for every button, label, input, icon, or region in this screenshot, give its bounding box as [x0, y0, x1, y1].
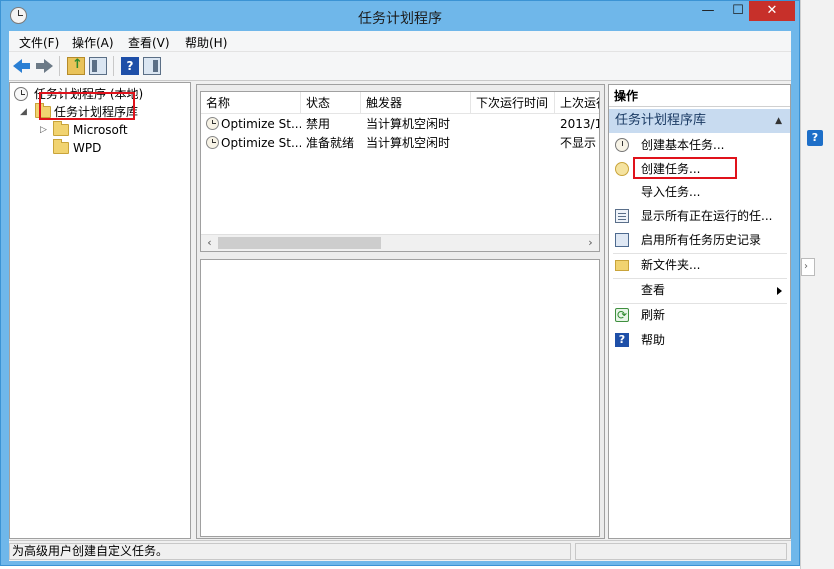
- status-bar: 为高级用户创建自定义任务。: [9, 540, 791, 561]
- column-status[interactable]: 状态: [301, 92, 361, 114]
- up-folder-icon[interactable]: [67, 57, 85, 75]
- task-status: 禁用: [306, 117, 331, 131]
- help-icon: ?: [615, 333, 629, 347]
- task-name: Optimize St...: [221, 136, 301, 150]
- show-hide-action-pane-icon[interactable]: [143, 57, 161, 75]
- highlight-box: [39, 92, 135, 120]
- task-clock-icon: [206, 117, 219, 130]
- running-tasks-icon: [615, 209, 629, 223]
- help-icon[interactable]: ?: [121, 57, 139, 75]
- scroll-thumb[interactable]: [218, 237, 381, 249]
- task-name-cell: Optimize St...: [201, 115, 301, 134]
- tree-item-microsoft[interactable]: ▷ Microsoft: [10, 121, 190, 139]
- task-next-run: [471, 115, 555, 134]
- title-bar: 任务计划程序 — ☐ ✕: [1, 1, 799, 31]
- menu-bar: 文件(F) 操作(A) 查看(V) 帮助(H): [9, 31, 791, 52]
- tree-item-label: Microsoft: [73, 123, 128, 137]
- history-icon: [615, 233, 629, 247]
- center-pane: 名称 状态 触发器 下次运行时间 上次运行 Optimize St... 禁用 …: [196, 84, 605, 539]
- new-folder-icon: [615, 260, 629, 271]
- submenu-arrow-icon: [777, 287, 782, 295]
- highlight-box: [633, 157, 737, 179]
- task-name: Optimize St...: [221, 117, 301, 131]
- task-trigger: 当计算机空闲时: [366, 136, 451, 150]
- action-label: 导入任务...: [641, 185, 701, 199]
- help-icon: ?: [807, 130, 823, 146]
- action-create-basic-task[interactable]: 创建基本任务...: [609, 134, 790, 157]
- task-last-run: 不显示: [560, 136, 597, 150]
- action-label: 显示所有正在运行的任...: [641, 209, 773, 223]
- action-label: 刷新: [641, 308, 666, 322]
- action-label: 新文件夹...: [641, 258, 701, 272]
- task-list: 名称 状态 触发器 下次运行时间 上次运行 Optimize St... 禁用 …: [200, 91, 600, 252]
- action-label: 查看: [641, 283, 666, 297]
- expand-arrow-icon[interactable]: ▷: [40, 121, 47, 139]
- task-status: 准备就绪: [306, 136, 355, 150]
- action-new-folder[interactable]: 新文件夹...: [609, 254, 790, 277]
- main-content: 任务计划程序 (本地) ◢ 任务计划程序库 ▷ Microsoft WPD 名称…: [9, 81, 791, 540]
- section-title: 任务计划程序库: [615, 113, 707, 128]
- status-text: 为高级用户创建自定义任务。: [9, 543, 571, 560]
- menu-view[interactable]: 查看(V): [128, 34, 170, 51]
- table-row[interactable]: Optimize St... 准备就绪 当计算机空闲时 不显示: [201, 134, 599, 153]
- column-trigger[interactable]: 触发器: [361, 92, 471, 114]
- actions-pane: 操作 任务计划程序库 ▲ 创建基本任务... 创建任务... 导入任务... 显…: [608, 84, 791, 539]
- task-next-run: [471, 134, 555, 153]
- menu-file[interactable]: 文件(F): [19, 34, 59, 51]
- task-trigger: 当计算机空闲时: [366, 117, 451, 131]
- status-panel: [575, 543, 787, 560]
- toolbar-separator: [59, 56, 60, 76]
- background-window: ? ›: [800, 0, 834, 569]
- close-button[interactable]: ✕: [749, 1, 795, 21]
- action-label: 启用所有任务历史记录: [641, 233, 762, 247]
- tree-item-label: WPD: [73, 141, 102, 155]
- maximize-button[interactable]: ☐: [725, 1, 751, 21]
- action-enable-history[interactable]: 启用所有任务历史记录: [609, 229, 790, 252]
- task-clock-icon: [206, 136, 219, 149]
- scroll-left-button[interactable]: ‹: [201, 235, 218, 251]
- task-detail-pane: [200, 259, 600, 537]
- refresh-icon: [615, 304, 629, 327]
- menu-help[interactable]: 帮助(H): [185, 34, 227, 51]
- action-refresh[interactable]: 刷新: [609, 304, 790, 327]
- folder-icon: [53, 121, 69, 136]
- column-last-run[interactable]: 上次运行: [555, 92, 599, 114]
- clock-icon: [14, 87, 28, 101]
- table-row[interactable]: Optimize St... 禁用 当计算机空闲时 2013/1: [201, 115, 599, 134]
- scroll-right-button[interactable]: ›: [582, 235, 599, 251]
- action-label: 帮助: [641, 333, 666, 347]
- action-label: 创建基本任务...: [641, 138, 725, 152]
- menu-action[interactable]: 操作(A): [72, 34, 114, 51]
- task-last-run: 2013/1: [560, 117, 600, 131]
- task-list-header: 名称 状态 触发器 下次运行时间 上次运行: [201, 92, 599, 114]
- clock-wizard-icon: [615, 138, 629, 152]
- minimize-button[interactable]: —: [691, 1, 725, 21]
- background-fragment: ›: [801, 258, 815, 276]
- create-task-icon: [615, 162, 629, 176]
- horizontal-scrollbar[interactable]: ‹ ›: [201, 234, 599, 251]
- task-name-cell: Optimize St...: [201, 134, 301, 153]
- forward-arrow-icon[interactable]: [35, 57, 53, 75]
- collapse-caret-icon[interactable]: ▲: [775, 109, 782, 133]
- column-name[interactable]: 名称: [201, 92, 301, 114]
- navigation-tree: 任务计划程序 (本地) ◢ 任务计划程序库 ▷ Microsoft WPD: [9, 82, 191, 539]
- folder-icon: [53, 139, 69, 154]
- toolbar: ?: [9, 52, 791, 81]
- action-help[interactable]: ? 帮助: [609, 329, 790, 352]
- back-arrow-icon[interactable]: [13, 57, 31, 75]
- column-next-run[interactable]: 下次运行时间: [471, 92, 555, 114]
- actions-section-library[interactable]: 任务计划程序库 ▲: [609, 109, 790, 133]
- actions-header: 操作: [609, 85, 790, 107]
- action-import-task[interactable]: 导入任务...: [609, 181, 790, 204]
- tree-item-wpd[interactable]: WPD: [10, 139, 190, 157]
- collapse-arrow-icon[interactable]: ◢: [20, 103, 27, 121]
- action-view[interactable]: 查看: [609, 279, 790, 302]
- show-hide-tree-icon[interactable]: [89, 57, 107, 75]
- toolbar-separator: [113, 56, 114, 76]
- action-show-running-tasks[interactable]: 显示所有正在运行的任...: [609, 205, 790, 228]
- window-title: 任务计划程序: [358, 11, 442, 27]
- task-scheduler-window: 任务计划程序 — ☐ ✕ 文件(F) 操作(A) 查看(V) 帮助(H) ? 任…: [0, 0, 800, 566]
